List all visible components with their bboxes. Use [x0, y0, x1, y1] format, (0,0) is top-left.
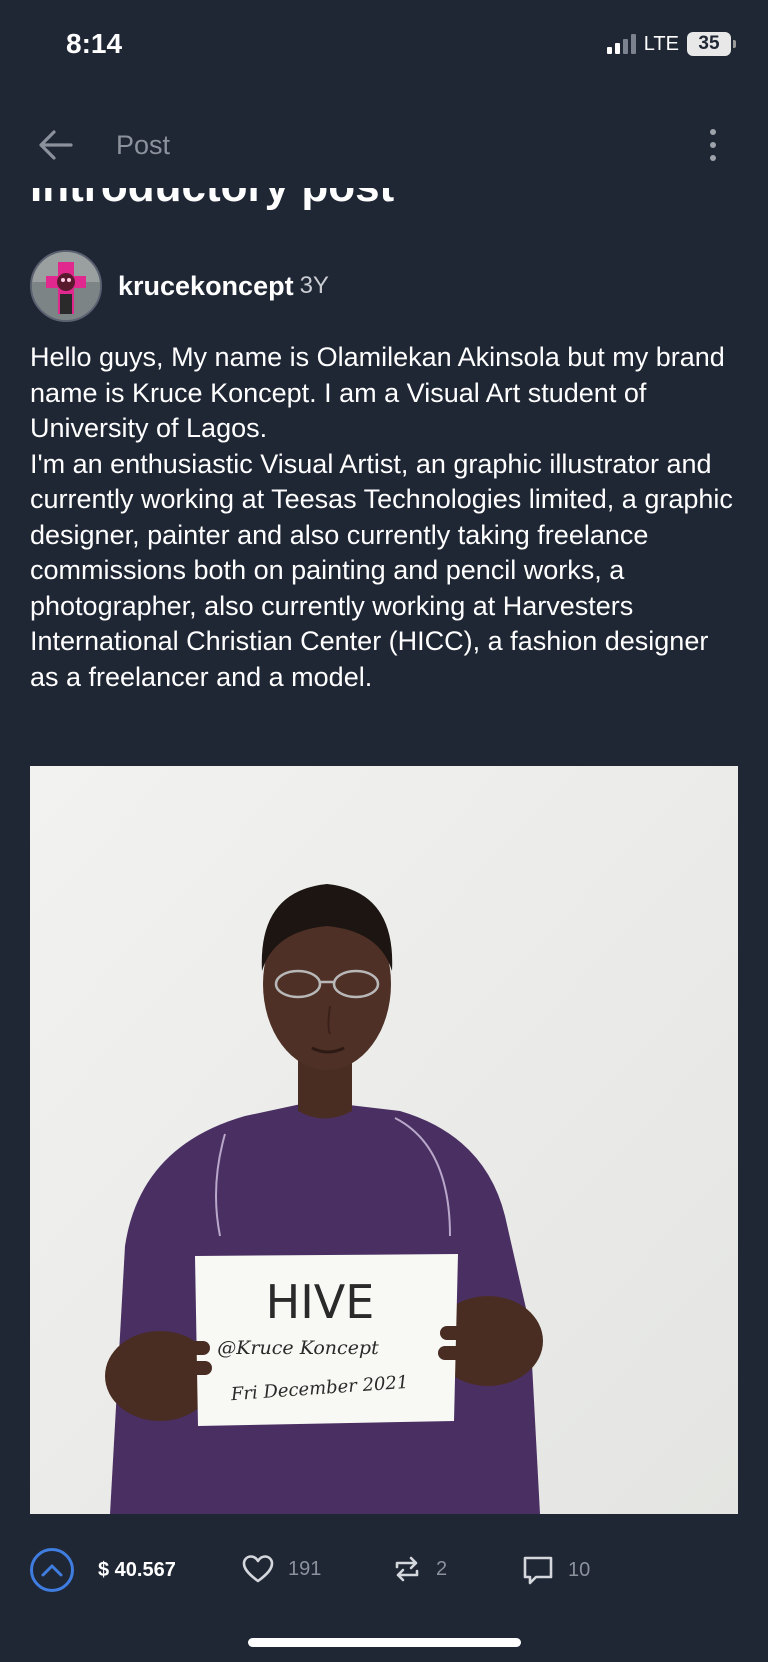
comment-icon	[523, 1556, 553, 1585]
heart-icon	[242, 1555, 274, 1583]
reblog-count: 2	[436, 1557, 448, 1580]
like-button[interactable]: 191	[242, 1554, 321, 1584]
photo-illustration: HIVE @Kruce Koncept Fri December 2021	[30, 766, 738, 1514]
top-bar: Post	[0, 115, 768, 175]
chevron-up-icon	[41, 1564, 63, 1577]
avatar-image	[32, 252, 100, 320]
more-vertical-icon	[710, 129, 716, 135]
post-body: Hello guys, My name is Olamilekan Akinso…	[30, 340, 742, 695]
page-title: Post	[116, 130, 171, 160]
more-options-button[interactable]	[700, 127, 726, 163]
author-row: krucekoncept 3Y	[30, 250, 329, 322]
payout-value: $ 40.567	[98, 1559, 176, 1581]
post-paragraph: I'm an enthusiastic Visual Artist, an gr…	[30, 448, 733, 692]
signal-icon	[606, 34, 636, 54]
repeat-icon	[395, 1556, 419, 1582]
like-count: 191	[288, 1557, 322, 1580]
upvote-button[interactable]	[30, 1548, 74, 1592]
post-content: Introductory post krucekoncept 3Y Hello …	[0, 188, 768, 1523]
post-paragraph: Hello guys, My name is Olamilekan Akinso…	[30, 342, 725, 443]
sign-line-2: @Kruce Koncept	[217, 1337, 379, 1359]
post-photo[interactable]: HIVE @Kruce Koncept Fri December 2021	[30, 766, 738, 1514]
avatar[interactable]	[30, 250, 102, 322]
back-button[interactable]	[38, 129, 74, 161]
sign-line-1: HIVE	[266, 1275, 375, 1329]
network-label: LTE	[643, 32, 679, 55]
arrow-left-icon	[39, 130, 73, 160]
comment-count: 10	[568, 1558, 591, 1581]
battery-tip	[733, 40, 736, 48]
post-age: 3Y	[299, 272, 329, 299]
action-bar: $ 40.567 191 2 10	[0, 1532, 768, 1608]
status-indicators: LTE 35	[606, 32, 736, 56]
battery-icon: 35	[687, 32, 731, 56]
comment-button[interactable]: 10	[522, 1554, 590, 1586]
status-time: 8:14	[66, 28, 123, 59]
status-bar: 8:14 LTE 35	[0, 0, 768, 90]
home-indicator[interactable]	[248, 1638, 521, 1647]
author-name[interactable]: krucekoncept	[118, 271, 294, 302]
reblog-button[interactable]: 2	[392, 1554, 447, 1584]
post-title: Introductory post	[30, 188, 394, 212]
